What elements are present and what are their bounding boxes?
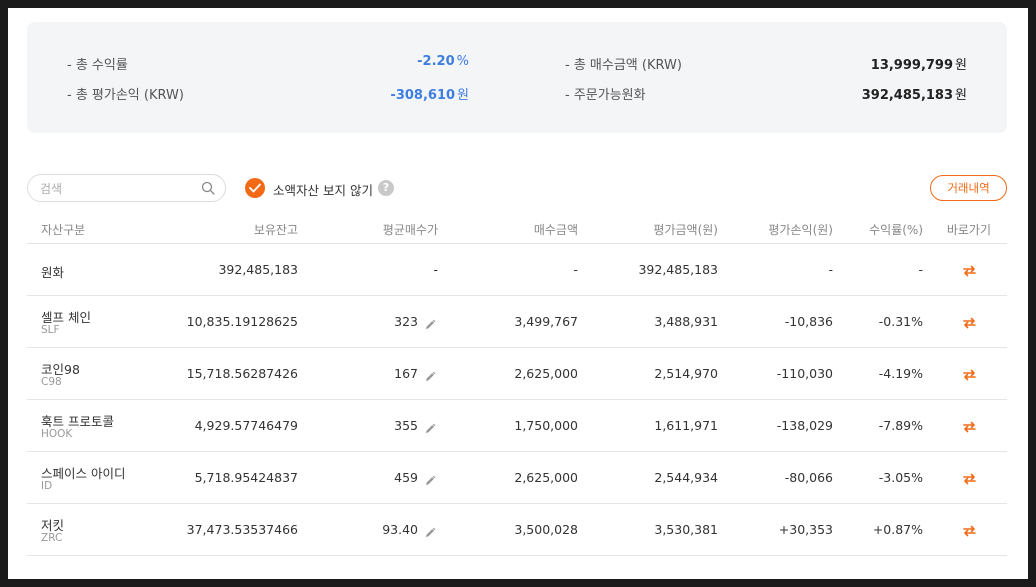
asset-symbol: ID	[41, 480, 53, 492]
check-icon	[249, 183, 261, 193]
table-header: 자산구분 보유잔고 평균매수가 매수금액 평가금액(원) 평가손익(원) 수익률…	[27, 210, 1007, 244]
transfer-arrows-icon[interactable]	[962, 419, 977, 433]
avg-price-cell: -	[433, 262, 438, 277]
asset-symbol: C98	[41, 376, 62, 388]
search-box	[27, 174, 226, 202]
return-cell: -3.05%	[878, 470, 923, 485]
balance-cell: 4,929.57746479	[194, 418, 298, 433]
pnl-cell: -138,029	[776, 418, 833, 433]
return-cell: -7.89%	[878, 418, 923, 433]
hide-small-assets-label[interactable]: 소액자산 보지 않기	[273, 180, 373, 199]
table-row: 저킷 ZRC 37,473.53537466 93.40 3,500,028 3,530,…	[27, 504, 1007, 556]
header-pnl: 평가손익(원)	[768, 223, 833, 237]
table-row: 스페이스 아이디 ID 5,718.95424837 459 2,625,000 2,54…	[27, 452, 1007, 504]
return-cell: +0.87%	[872, 522, 923, 537]
table-row: 훅트 프로토콜 HOOK 4,929.57746479 355 1,750,000 1,6…	[27, 400, 1007, 452]
total-buy-value: 13,999,799 원	[870, 58, 967, 73]
header-avg-price: 평균매수가	[382, 223, 438, 237]
total-pnl-label: - 총 평가손익 (KRW)	[67, 88, 184, 103]
eval-amount-cell: 1,611,971	[654, 418, 718, 433]
pnl-cell: -110,030	[776, 366, 833, 381]
eval-amount-cell: 392,485,183	[638, 262, 718, 277]
header-eval-amount: 평가금액(원)	[653, 223, 718, 237]
header-asset: 자산구분	[41, 223, 86, 237]
return-cell: -	[918, 262, 923, 277]
balance-cell: 37,473.53537466	[186, 522, 298, 537]
balance-cell: 10,835.19128625	[186, 314, 298, 329]
buy-amount-cell: 2,625,000	[514, 470, 578, 485]
balance-cell: 5,718.95424837	[194, 470, 298, 485]
table-row: 코인98 C98 15,718.56287426 167 2,625,000 2,514,…	[27, 348, 1007, 400]
pnl-cell: -80,066	[784, 470, 833, 485]
pencil-icon[interactable]	[424, 368, 436, 381]
avg-price-cell: 355	[394, 418, 418, 433]
pencil-icon[interactable]	[424, 524, 436, 537]
help-icon[interactable]: ?	[378, 180, 394, 196]
transaction-history-button[interactable]: 거래내역	[930, 175, 1007, 201]
eval-amount-cell: 2,544,934	[654, 470, 718, 485]
asset-name: 스페이스 아이디	[41, 466, 126, 481]
header-return: 수익률(%)	[869, 223, 923, 237]
eval-amount-cell: 2,514,970	[654, 366, 718, 381]
return-cell: -4.19%	[878, 366, 923, 381]
transfer-arrows-icon[interactable]	[962, 523, 977, 537]
total-return-value: -2.20%	[417, 54, 469, 69]
asset-symbol: ZRC	[41, 532, 63, 544]
holdings-table: 자산구분 보유잔고 평균매수가 매수금액 평가금액(원) 평가손익(원) 수익률…	[27, 210, 1007, 556]
table-body: 원화 392,485,183- -392,485,183- - 셀프 체인 SLF 10,8…	[27, 244, 1007, 556]
return-cell: -0.31%	[878, 314, 923, 329]
orderable-krw-label: - 주문가능원화	[565, 88, 646, 103]
search-input[interactable]	[40, 180, 190, 198]
eval-amount-cell: 3,488,931	[654, 314, 718, 329]
table-row: 셀프 체인 SLF 10,835.19128625 323 3,499,767 3,488…	[27, 296, 1007, 348]
pencil-icon[interactable]	[424, 316, 436, 329]
header-shortcut: 바로가기	[946, 223, 991, 237]
avg-price-cell: 93.40	[382, 522, 418, 537]
total-buy-label: - 총 매수금액 (KRW)	[565, 58, 682, 73]
avg-price-cell: 459	[394, 470, 418, 485]
hide-small-assets-checkbox[interactable]	[245, 178, 265, 198]
transfer-arrows-icon[interactable]	[962, 315, 977, 329]
orderable-krw-value: 392,485,183 원	[861, 88, 967, 103]
search-icon[interactable]	[201, 181, 215, 195]
buy-amount-cell: 1,750,000	[514, 418, 578, 433]
pencil-icon[interactable]	[424, 472, 436, 485]
total-pnl-value: -308,610 원	[390, 88, 469, 103]
avg-price-cell: 323	[394, 314, 418, 329]
portfolio-panel: - 총 수익률 -2.20% - 총 평가손익 (KRW) -308,610 원 …	[8, 8, 1028, 579]
buy-amount-cell: 3,499,767	[514, 314, 578, 329]
asset-name: 원화	[41, 265, 65, 280]
transfer-arrows-icon[interactable]	[962, 367, 977, 381]
buy-amount-cell: 3,500,028	[514, 522, 578, 537]
eval-amount-cell: 3,530,381	[654, 522, 718, 537]
asset-symbol: HOOK	[41, 428, 73, 440]
total-return-label: - 총 수익률	[67, 58, 128, 73]
pnl-cell: -10,836	[784, 314, 833, 329]
pnl-cell: +30,353	[778, 522, 833, 537]
pencil-icon[interactable]	[424, 420, 436, 433]
transfer-arrows-icon[interactable]	[962, 471, 977, 485]
asset-symbol: SLF	[41, 324, 60, 336]
buy-amount-cell: 2,625,000	[514, 366, 578, 381]
header-balance: 보유잔고	[253, 223, 298, 237]
pnl-cell: -	[828, 262, 833, 277]
summary-box: - 총 수익률 -2.20% - 총 평가손익 (KRW) -308,610 원 …	[27, 22, 1007, 133]
buy-amount-cell: -	[573, 262, 578, 277]
header-buy-amount: 매수금액	[533, 223, 578, 237]
avg-price-cell: 167	[394, 366, 418, 381]
balance-cell: 15,718.56287426	[186, 366, 298, 381]
balance-cell: 392,485,183	[218, 262, 298, 277]
table-row: 원화 392,485,183 - - 392,485,183 - -	[27, 244, 1007, 296]
transfer-arrows-icon[interactable]	[962, 263, 977, 277]
